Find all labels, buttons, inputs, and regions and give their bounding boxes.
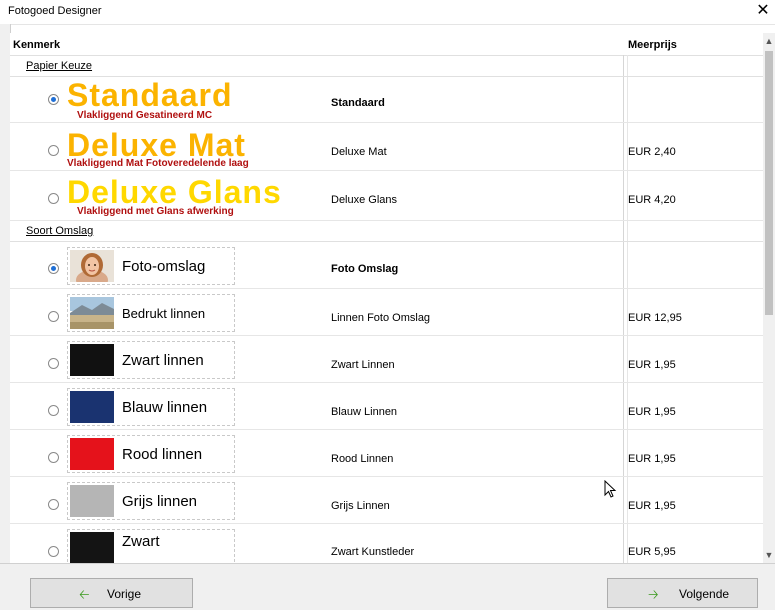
option-price: EUR 2,40: [628, 146, 676, 158]
option-row-zwart-linnen[interactable]: Zwart linnen Zwart Linnen EUR 1,95: [10, 336, 763, 383]
option-description: Standaard: [331, 97, 385, 109]
option-row-rood-linnen[interactable]: Rood linnen Rood Linnen EUR 1,95: [10, 430, 763, 477]
window-title: Fotogoed Designer: [8, 5, 102, 17]
option-description: Linnen Foto Omslag: [331, 312, 431, 324]
option-description: Zwart Linnen: [331, 359, 395, 371]
previous-button-label: Vorige: [107, 587, 142, 601]
cover-card: Bedrukt linnen: [67, 294, 235, 332]
scroll-down-icon[interactable]: ▼: [763, 549, 775, 561]
option-row-foto-omslag[interactable]: Foto-omslag Foto Omslag: [10, 242, 763, 289]
mouse-cursor-icon: [604, 480, 617, 498]
section-soort-omslag: Soort Omslag: [10, 221, 763, 242]
option-price: EUR 1,95: [628, 500, 676, 512]
landscape-photo-icon: [70, 297, 114, 329]
scroll-up-icon[interactable]: ▲: [763, 35, 775, 47]
color-swatch: [70, 485, 114, 517]
cover-card: Grijs linnen: [67, 482, 235, 520]
cover-card: Foto-omslag: [67, 247, 235, 285]
vertical-scrollbar[interactable]: ▲ ▼: [763, 33, 775, 563]
option-description: Deluxe Glans: [331, 194, 398, 206]
option-price: EUR 1,95: [628, 359, 676, 371]
cover-label: Bedrukt linnen: [122, 306, 206, 321]
option-price: EUR 4,20: [628, 194, 676, 206]
previous-button[interactable]: 🡠 Vorige: [30, 578, 193, 608]
option-description: Blauw Linnen: [331, 406, 398, 418]
radio-button[interactable]: [48, 452, 59, 463]
portrait-photo-icon: [70, 250, 114, 282]
grid-header: Kenmerk Meerprijs: [10, 33, 763, 56]
color-swatch: [70, 438, 114, 470]
option-price: EUR 12,95: [628, 312, 682, 324]
radio-button[interactable]: [48, 358, 59, 369]
next-button[interactable]: 🡢 Volgende: [607, 578, 758, 608]
radio-button[interactable]: [48, 499, 59, 510]
cover-card: Zwart linnen: [67, 341, 235, 379]
radio-button[interactable]: [48, 405, 59, 416]
close-icon[interactable]: ✕: [753, 1, 773, 21]
arrow-left-icon: 🡠: [79, 587, 90, 602]
options-grid: Kenmerk Meerprijs Papier Keuze Standaard…: [10, 33, 763, 563]
dialog-footer: 🡠 Vorige 🡢 Volgende: [0, 563, 775, 610]
option-description: Rood Linnen: [331, 453, 394, 465]
radio-button[interactable]: [48, 145, 59, 156]
option-row-standaard[interactable]: Standaard Vlakliggend Gesatineerd MC Sta…: [10, 77, 763, 123]
paper-name-large: Deluxe Glans: [67, 174, 282, 210]
color-swatch: [70, 532, 114, 563]
option-price: EUR 1,95: [628, 406, 676, 418]
arrow-right-icon: 🡢: [648, 587, 659, 602]
paper-subtitle: Vlakliggend Mat Fotoveredelende laag: [67, 158, 249, 169]
cover-label: Zwart: [122, 533, 160, 550]
cover-label: Grijs linnen: [122, 493, 198, 510]
paper-name-large: Deluxe Mat: [67, 127, 246, 163]
radio-button[interactable]: [48, 311, 59, 322]
option-row-grijs-linnen[interactable]: Grijs linnen Grijs Linnen EUR 1,95: [10, 477, 763, 524]
option-row-deluxe-glans[interactable]: Deluxe Glans Vlakliggend met Glans afwer…: [10, 171, 763, 221]
radio-button[interactable]: [48, 263, 59, 274]
title-bar: Fotogoed Designer ✕: [0, 0, 775, 25]
option-description: Grijs Linnen: [331, 500, 390, 512]
color-swatch: [70, 391, 114, 423]
option-row-deluxe-mat[interactable]: Deluxe Mat Vlakliggend Mat Fotoveredelen…: [10, 123, 763, 171]
paper-subtitle: Vlakliggend Gesatineerd MC: [77, 110, 213, 121]
option-row-blauw-linnen[interactable]: Blauw linnen Blauw Linnen EUR 1,95: [10, 383, 763, 430]
cover-card: Blauw linnen: [67, 388, 235, 426]
cover-label: Rood linnen: [122, 446, 203, 463]
paper-subtitle: Vlakliggend met Glans afwerking: [77, 206, 234, 217]
column-header-kenmerk: Kenmerk: [13, 39, 61, 51]
color-swatch: [70, 344, 114, 376]
radio-button[interactable]: [48, 546, 59, 557]
section-papier-keuze: Papier Keuze: [10, 56, 763, 77]
next-button-label: Volgende: [679, 587, 730, 601]
option-price: EUR 5,95: [628, 546, 676, 558]
cover-card: Rood linnen: [67, 435, 235, 473]
cover-card: Zwart: [67, 529, 235, 563]
option-description: Zwart Kunstleder: [331, 546, 415, 558]
section-label: Soort Omslag: [26, 225, 94, 237]
option-description: Deluxe Mat: [331, 146, 387, 158]
cover-label: Foto-omslag: [122, 258, 206, 275]
cover-label: Zwart linnen: [122, 352, 204, 369]
option-row-zwart-kunstleder[interactable]: Zwart Zwart Kunstleder EUR 5,95: [10, 524, 763, 563]
paper-name-large: Standaard: [67, 77, 233, 113]
section-label: Papier Keuze: [26, 60, 93, 72]
scrollbar-thumb[interactable]: [765, 51, 773, 315]
option-description: Foto Omslag: [331, 263, 399, 275]
column-header-meerprijs: Meerprijs: [628, 39, 677, 51]
cover-label: Blauw linnen: [122, 399, 208, 416]
option-price: EUR 1,95: [628, 453, 676, 465]
option-row-bedrukt-linnen[interactable]: Bedrukt linnen Linnen Foto Omslag EUR 12…: [10, 289, 763, 336]
radio-button[interactable]: [48, 94, 59, 105]
radio-button[interactable]: [48, 193, 59, 204]
